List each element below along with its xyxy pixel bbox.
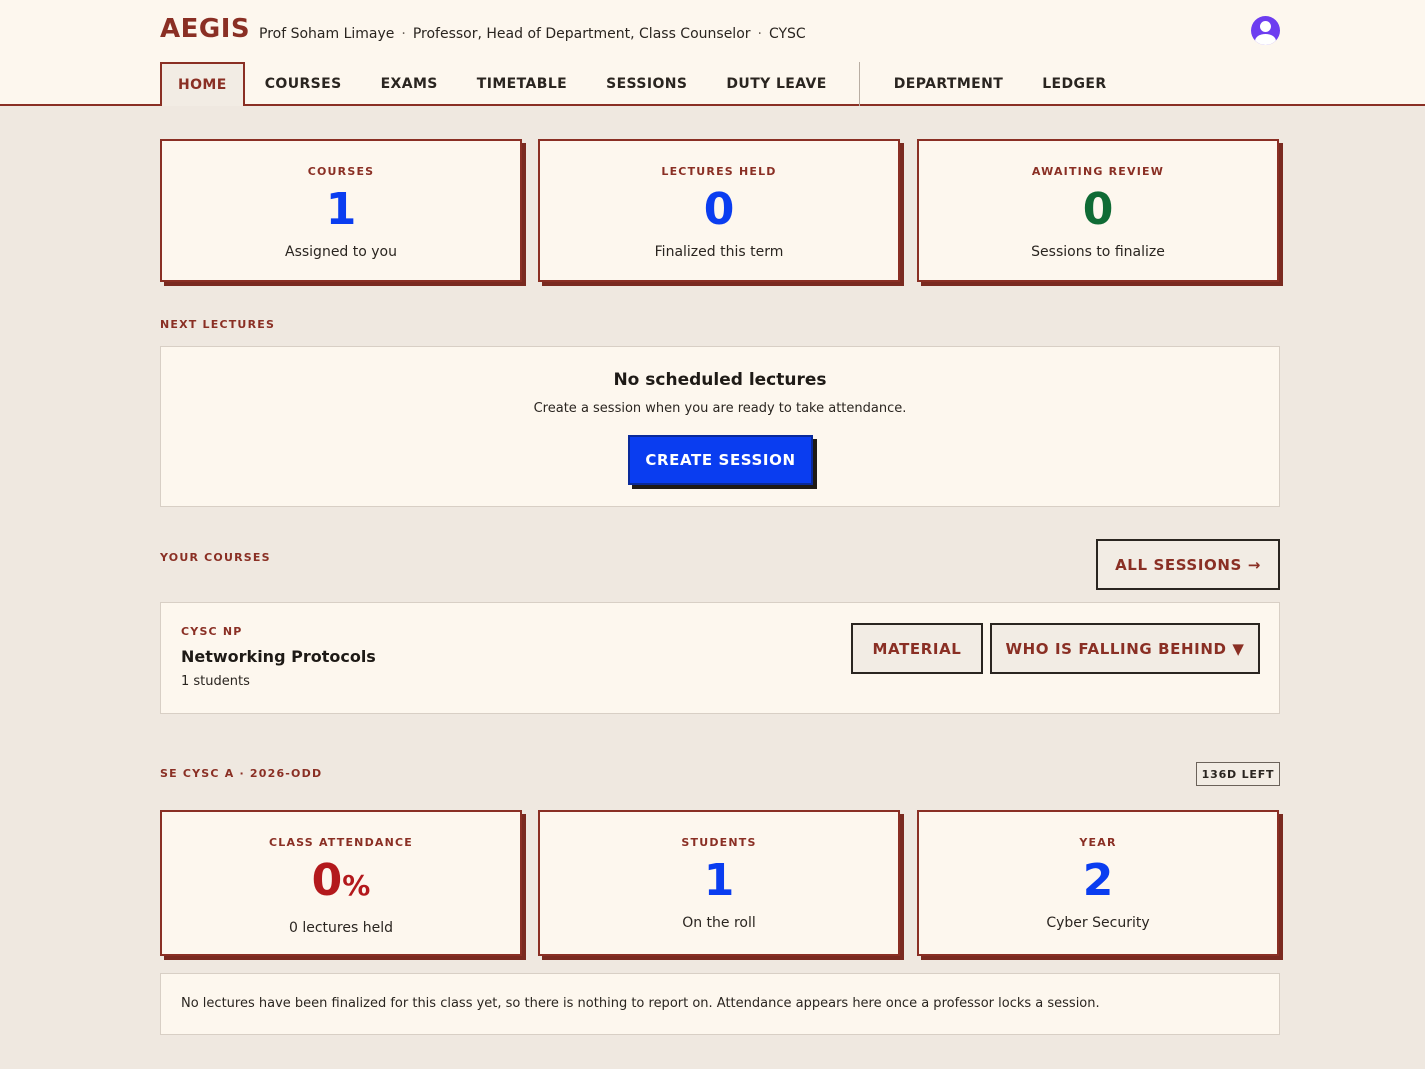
- main-nav: HOME COURSES EXAMS TIMETABLE SESSIONS DU…: [160, 62, 1126, 106]
- stat-label: AWAITING REVIEW: [1031, 165, 1165, 178]
- stat-label: LECTURES HELD: [661, 165, 777, 178]
- stat-subtext: Finalized this term: [654, 244, 784, 260]
- class-note-text: No lectures have been finalized for this…: [181, 996, 1100, 1011]
- nav-timetable[interactable]: TIMETABLE: [457, 62, 586, 106]
- create-session-button[interactable]: CREATE SESSION: [628, 435, 813, 485]
- stat-value: 1: [325, 184, 357, 235]
- stat-subtext: Sessions to finalize: [1031, 244, 1165, 260]
- stat-value: 0: [1082, 184, 1114, 235]
- stat-label: STUDENTS: [681, 836, 757, 849]
- nav-sessions[interactable]: SESSIONS: [586, 62, 706, 106]
- stat-subtext: Assigned to you: [285, 244, 397, 260]
- empty-state-title: No scheduled lectures: [613, 370, 827, 390]
- material-button[interactable]: MATERIAL: [851, 623, 983, 674]
- stat-card-year: YEAR 2 Cyber Security: [917, 810, 1279, 956]
- user-roles: Professor, Head of Department, Class Cou…: [412, 26, 751, 42]
- stat-value: 0%: [162, 857, 520, 910]
- percent-unit: %: [342, 869, 371, 902]
- separator-dot: ·: [757, 26, 762, 42]
- nav-duty-leave[interactable]: DUTY LEAVE: [706, 62, 845, 106]
- stat-value: 0: [703, 184, 735, 235]
- stat-label: CLASS ATTENDANCE: [268, 836, 414, 849]
- user-avatar-icon[interactable]: [1251, 16, 1280, 45]
- nav-ledger[interactable]: LEDGER: [1022, 62, 1125, 106]
- next-lectures-panel: No scheduled lectures Create a session w…: [160, 346, 1280, 507]
- stat-subtext: On the roll: [682, 915, 756, 931]
- course-row: CYSC NP Networking Protocols 1 students …: [160, 602, 1280, 714]
- stat-subtext: 0 lectures held: [289, 920, 393, 936]
- empty-state-description: Create a session when you are ready to t…: [533, 401, 907, 416]
- app-logo[interactable]: AEGIS: [160, 14, 250, 44]
- course-student-count: 1 students: [181, 674, 250, 689]
- nav-home[interactable]: HOME: [160, 62, 245, 106]
- all-sessions-button[interactable]: ALL SESSIONS →: [1096, 539, 1280, 590]
- nav-department[interactable]: DEPARTMENT: [874, 62, 1022, 106]
- nav-exams[interactable]: EXAMS: [361, 62, 457, 106]
- class-note-panel: No lectures have been finalized for this…: [160, 973, 1280, 1035]
- stat-value: 1: [703, 855, 735, 906]
- section-label-class: SE CYSC A · 2026-ODD: [160, 767, 323, 780]
- stat-card-awaiting-review: AWAITING REVIEW 0 Sessions to finalize: [917, 139, 1279, 282]
- who-is-falling-behind-button[interactable]: WHO IS FALLING BEHIND ▼: [990, 623, 1260, 674]
- stat-label: COURSES: [307, 165, 375, 178]
- nav-courses[interactable]: COURSES: [245, 62, 361, 106]
- stat-card-class-attendance: CLASS ATTENDANCE 0% 0 lectures held: [160, 810, 522, 956]
- stat-subtext: Cyber Security: [1046, 915, 1150, 931]
- attendance-value: 0: [311, 855, 343, 906]
- user-department: CYSC: [768, 26, 806, 42]
- days-left-badge: 136D LEFT: [1196, 762, 1280, 786]
- course-name[interactable]: Networking Protocols: [181, 647, 376, 666]
- separator-dot: ·: [401, 26, 406, 42]
- stat-label: YEAR: [1079, 836, 1117, 849]
- section-label-your-courses: YOUR COURSES: [160, 551, 271, 564]
- section-label-next-lectures: NEXT LECTURES: [160, 318, 276, 331]
- user-name: Prof Soham Limaye: [259, 26, 395, 42]
- course-code: CYSC NP: [181, 625, 243, 638]
- stat-card-students: STUDENTS 1 On the roll: [538, 810, 900, 956]
- stat-card-courses: COURSES 1 Assigned to you: [160, 139, 522, 282]
- app-header: AEGIS Prof Soham Limaye · Professor, Head …: [0, 0, 1425, 106]
- user-info: Prof Soham Limaye · Professor, Head of Dep…: [259, 26, 806, 42]
- stat-card-lectures-held: LECTURES HELD 0 Finalized this term: [538, 139, 900, 282]
- stat-value: 2: [1082, 855, 1114, 906]
- nav-divider: [858, 62, 860, 106]
